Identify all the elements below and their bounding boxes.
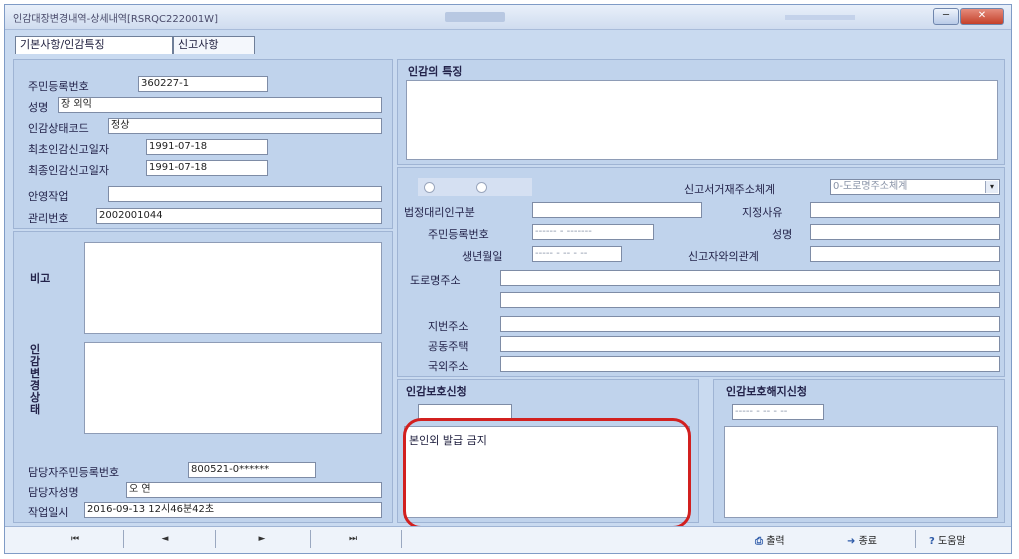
next-record-button[interactable]: ► (250, 531, 274, 547)
toolbar-divider (401, 530, 402, 548)
close-button[interactable]: ➜ 종료 (847, 532, 877, 547)
protection-cancel-textarea[interactable] (724, 426, 998, 518)
status-code-label: 인감상태코드 (28, 122, 89, 135)
apartment-field[interactable] (500, 336, 1000, 352)
relation-label: 신고자와의관계 (688, 250, 759, 263)
first-record-button[interactable]: ⏮ (63, 531, 87, 547)
addr-system-value: 0-도로명주소체계 (833, 181, 908, 192)
prev-record-button[interactable]: ◄ (153, 531, 177, 547)
report-rrn-field[interactable]: ------ - ------- (532, 224, 654, 240)
designation-reason-field[interactable] (810, 202, 1000, 218)
status-code-field[interactable]: 정상 (108, 118, 382, 134)
apartment-label: 공동주택 (428, 340, 469, 353)
toolbar-divider (310, 530, 311, 548)
tab-report[interactable]: 신고사항 (173, 36, 255, 54)
radio-group (418, 178, 532, 196)
name-label: 성명 (28, 101, 49, 114)
mgmt-no-field[interactable]: 2002001044 (96, 208, 382, 224)
legal-rep-type-field[interactable] (532, 202, 702, 218)
close-label: 종료 (858, 536, 877, 547)
remark-textarea[interactable] (84, 242, 382, 334)
road-address-label: 도로명주소 (410, 274, 461, 287)
officer-name-label: 담당자성명 (28, 486, 79, 499)
foreign-address-field[interactable] (500, 356, 1000, 372)
rrn-label: 주민등록번호 (28, 80, 89, 93)
mgmt-no-label: 관리번호 (28, 212, 69, 225)
title-decoration (785, 15, 855, 20)
window-title: 인감대장변경내역-상세내역[RSRQC222001W] (13, 14, 218, 25)
protection-header: 인감보호신청 (406, 385, 467, 398)
radio-button[interactable] (476, 182, 487, 193)
birth-label: 생년월일 (462, 250, 503, 263)
close-window-button[interactable]: ✕ (960, 8, 1004, 25)
bottom-toolbar: ⏮ ◄ ► ⏭ ⎙ 출력 ➜ 종료 ? 도움말 (5, 526, 1011, 553)
report-panel: 신고서거재주소체계 0-도로명주소체계 ▾ 법정대리인구분 지정사유 주민등록번… (397, 167, 1005, 377)
help-icon: ? (929, 536, 935, 547)
english-sign-label: 안영작업 (28, 190, 69, 203)
remark-label: 비고 (30, 272, 51, 285)
last-record-button[interactable]: ⏭ (341, 531, 365, 547)
toolbar-divider (123, 530, 124, 548)
designation-reason-label: 지정사유 (742, 206, 783, 219)
features-panel: 인감의 특징 (397, 59, 1005, 165)
print-button[interactable]: ⎙ 출력 (755, 532, 785, 547)
printer-icon: ⎙ (755, 536, 763, 547)
legal-rep-type-label: 법정대리인구분 (404, 206, 475, 219)
features-header: 인감의 특징 (408, 65, 463, 78)
protection-cancel-date-field[interactable]: ----- - -- - -- (732, 404, 824, 420)
help-label: 도움말 (938, 536, 966, 547)
title-decoration (445, 12, 505, 22)
road-address-field[interactable] (500, 270, 1000, 286)
minimize-button[interactable]: ─ (933, 8, 959, 25)
first-report-date-label: 최초인감신고일자 (28, 143, 109, 156)
radio-button[interactable] (424, 182, 435, 193)
protection-cancel-header: 인감보호해지신청 (726, 385, 807, 398)
officer-rrn-label: 담당자주민등록번호 (28, 466, 120, 479)
lot-address-label: 지번주소 (428, 320, 469, 333)
protection-cancel-panel: 인감보호해지신청 ----- - -- - -- (713, 379, 1005, 523)
seal-change-label: 인감변경상태 (30, 343, 41, 416)
name-field[interactable]: 장 외익 (58, 97, 382, 113)
exit-icon: ➜ (847, 536, 856, 547)
basic-info-panel: 주민등록번호 360227-1 성명 장 외익 인감상태코드 정상 최초인감신고… (13, 59, 393, 229)
rrn-field[interactable]: 360227-1 (138, 76, 268, 92)
notes-panel: 비고 인감변경상태 담당자주민등록번호 800521-0****** 담당자성명… (13, 231, 393, 523)
birth-field[interactable]: ----- - -- - -- (532, 246, 622, 262)
last-report-date-label: 최종인감신고일자 (28, 164, 109, 177)
seal-change-textarea[interactable] (84, 342, 382, 434)
highlight-box (403, 418, 691, 529)
lot-address-field[interactable] (500, 316, 1000, 332)
officer-name-field[interactable]: 오 연 (126, 482, 382, 498)
report-name-label: 성명 (772, 228, 793, 241)
title-bar: 인감대장변경내역-상세내역[RSRQC222001W] ─ ✕ (5, 5, 1011, 30)
road-address-detail-field[interactable] (500, 292, 1000, 308)
work-time-field[interactable]: 2016-09-13 12시46분42초 (84, 502, 382, 518)
help-button[interactable]: ? 도움말 (929, 532, 966, 547)
report-name-field[interactable] (810, 224, 1000, 240)
main-window: 인감대장변경내역-상세내역[RSRQC222001W] ─ ✕ 기본사항/인감특… (4, 4, 1012, 554)
print-label: 출력 (766, 536, 785, 547)
report-rrn-label: 주민등록번호 (428, 228, 489, 241)
addr-system-label: 신고서거재주소체계 (684, 183, 776, 196)
features-textarea[interactable] (406, 80, 998, 160)
tab-basic-features[interactable]: 기본사항/인감특징 (15, 36, 173, 54)
last-report-date-field[interactable]: 1991-07-18 (146, 160, 268, 176)
english-sign-field[interactable] (108, 186, 382, 202)
toolbar-divider (915, 530, 916, 548)
toolbar-divider (215, 530, 216, 548)
first-report-date-field[interactable]: 1991-07-18 (146, 139, 268, 155)
foreign-address-label: 국외주소 (428, 360, 469, 373)
addr-system-select[interactable]: 0-도로명주소체계 ▾ (830, 179, 1000, 195)
chevron-down-icon[interactable]: ▾ (985, 181, 998, 193)
officer-rrn-field[interactable]: 800521-0****** (188, 462, 316, 478)
relation-field[interactable] (810, 246, 1000, 262)
work-time-label: 작업일시 (28, 506, 69, 519)
